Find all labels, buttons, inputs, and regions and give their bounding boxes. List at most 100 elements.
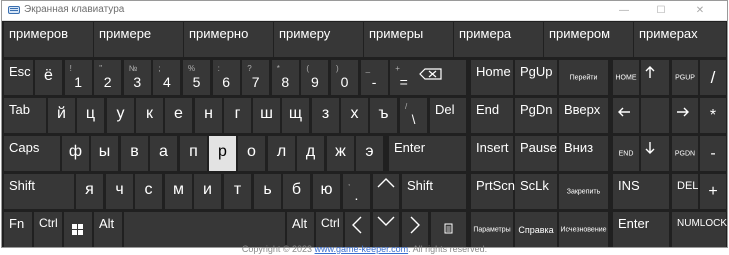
key-letter-ы[interactable]: ы	[91, 136, 118, 171]
key-number-1[interactable]: ! 1	[64, 60, 92, 95]
key-letter-к[interactable]: к	[136, 98, 163, 133]
key-letter-с[interactable]: с	[135, 174, 162, 209]
key-pause[interactable]: Pause	[515, 136, 557, 171]
key-up-arrow[interactable]	[373, 174, 399, 209]
key-letter-г[interactable]: г	[224, 98, 251, 133]
minimize-button[interactable]: —	[606, 3, 642, 19]
key-letter-х[interactable]: х	[341, 98, 368, 133]
key-pgup[interactable]: PgUp	[515, 60, 557, 95]
key-number-0[interactable]: ё	[35, 60, 62, 95]
key-pgdn[interactable]: PgDn	[515, 98, 557, 133]
key-fade[interactable]: Исчезновение	[559, 212, 608, 247]
prediction-2[interactable]: примере	[94, 22, 183, 57]
key-insert[interactable]: Insert	[471, 136, 513, 171]
numpad-home[interactable]: HOME	[613, 60, 639, 95]
key-letter-з[interactable]: з	[312, 98, 339, 133]
key-shift-right[interactable]: Shift	[402, 174, 466, 209]
numpad-numlock[interactable]: NUMLOCK	[672, 212, 727, 247]
key-fn[interactable]: Fn	[4, 212, 32, 247]
key-up-nav[interactable]: Вверх	[559, 98, 608, 133]
numpad-left-arrow[interactable]	[613, 98, 639, 133]
key-number-3[interactable]: № 3	[123, 60, 151, 95]
close-button[interactable]: ✕	[682, 3, 718, 19]
key-options[interactable]: Параметры	[471, 212, 513, 247]
numpad-end[interactable]: END	[613, 136, 639, 171]
key-space[interactable]	[124, 212, 285, 247]
key-del[interactable]: Del	[430, 98, 466, 133]
key-letter-ц[interactable]: ц	[77, 98, 104, 133]
key-menu[interactable]	[431, 212, 466, 247]
numpad-pgup[interactable]: PGUP	[672, 60, 698, 95]
key-number-8[interactable]: * 8	[271, 60, 299, 95]
key-letter-я[interactable]: я	[76, 174, 103, 209]
key-backslash[interactable]: / \	[400, 98, 427, 133]
key-letter-щ[interactable]: щ	[282, 98, 309, 133]
key-number-6[interactable]: :6	[212, 60, 240, 95]
key-help[interactable]: Справка	[515, 212, 557, 247]
key-letter-а[interactable]: а	[150, 136, 177, 171]
key-letter-р[interactable]: р	[209, 136, 236, 171]
numpad-del[interactable]: DEL	[672, 174, 698, 209]
key-alt-left[interactable]: Alt	[94, 212, 122, 247]
key-letter-ф[interactable]: ф	[62, 136, 89, 171]
key-number-7[interactable]: ? 7	[242, 60, 270, 95]
key-down-arrow[interactable]	[373, 212, 399, 247]
key-letter-т[interactable]: т	[224, 174, 251, 209]
key-letter-в[interactable]: в	[121, 136, 148, 171]
numpad-down-arrow[interactable]	[641, 136, 669, 171]
key-prtscn[interactable]: PrtScn	[471, 174, 515, 209]
key-number-5[interactable]: % 5	[183, 60, 210, 95]
key-down-nav[interactable]: Вниз	[559, 136, 608, 171]
key-tab[interactable]: Tab	[4, 98, 46, 133]
key-esc[interactable]: Esc	[4, 60, 33, 95]
prediction-7[interactable]: примером	[544, 22, 633, 57]
key-letter-н[interactable]: н	[195, 98, 222, 133]
key-number-9[interactable]: (9	[301, 60, 329, 95]
key-shift-left[interactable]: Shift	[4, 174, 74, 209]
key-period[interactable]: , .	[343, 174, 370, 209]
key-letter-у[interactable]: у	[107, 98, 134, 133]
numpad-pgdn[interactable]: PGDN	[672, 136, 698, 171]
numpad-up-arrow[interactable]	[641, 60, 669, 95]
numpad-5[interactable]	[641, 98, 669, 133]
footer-link[interactable]: www.game-keeper.com	[315, 244, 409, 254]
key-letter-и[interactable]: и	[194, 174, 221, 209]
key-number-12[interactable]: + =	[390, 60, 418, 95]
key-ctrl-right[interactable]: Ctrl	[316, 212, 343, 247]
numpad-star[interactable]: *	[700, 98, 726, 133]
prediction-5[interactable]: примеры	[364, 22, 453, 57]
key-letter-б[interactable]: б	[283, 174, 310, 209]
key-letter-ъ[interactable]: ъ	[370, 98, 397, 133]
key-letter-ж[interactable]: ж	[327, 136, 354, 171]
key-number-11[interactable]: _ -	[360, 60, 388, 95]
key-pin[interactable]: Закрепить	[559, 174, 608, 209]
prediction-1[interactable]: примеров	[4, 22, 93, 57]
key-right-arrow[interactable]	[402, 212, 428, 247]
numpad-minus[interactable]: -	[700, 136, 726, 171]
key-number-2[interactable]: " 2	[94, 60, 122, 95]
key-windows[interactable]	[64, 212, 92, 247]
key-ctrl-left[interactable]: Ctrl	[34, 212, 62, 247]
key-home[interactable]: Home	[471, 60, 513, 95]
prediction-3[interactable]: примерно	[184, 22, 273, 57]
key-letter-ш[interactable]: ш	[253, 98, 280, 133]
key-alt-right[interactable]: Alt	[287, 212, 314, 247]
key-enter[interactable]: Enter	[389, 136, 466, 171]
numpad-slash[interactable]: /	[700, 60, 726, 95]
key-number-10[interactable]: ) 0	[331, 60, 358, 95]
numpad-right-arrow[interactable]	[672, 98, 698, 133]
key-letter-п[interactable]: п	[180, 136, 207, 171]
key-sclk[interactable]: ScLk	[515, 174, 557, 209]
key-letter-ч[interactable]: ч	[106, 174, 133, 209]
key-letter-м[interactable]: м	[165, 174, 192, 209]
key-letter-ь[interactable]: ь	[254, 174, 281, 209]
numpad-plus[interactable]: +	[700, 174, 726, 209]
prediction-6[interactable]: примера	[454, 22, 543, 57]
maximize-button[interactable]: ☐	[643, 3, 679, 19]
key-letter-е[interactable]: е	[165, 98, 192, 133]
key-letter-д[interactable]: д	[297, 136, 324, 171]
numpad-ins[interactable]: INS	[613, 174, 669, 209]
key-goto[interactable]: Перейти	[559, 60, 608, 95]
key-caps[interactable]: Caps	[4, 136, 60, 171]
prediction-4[interactable]: примеру	[274, 22, 363, 57]
